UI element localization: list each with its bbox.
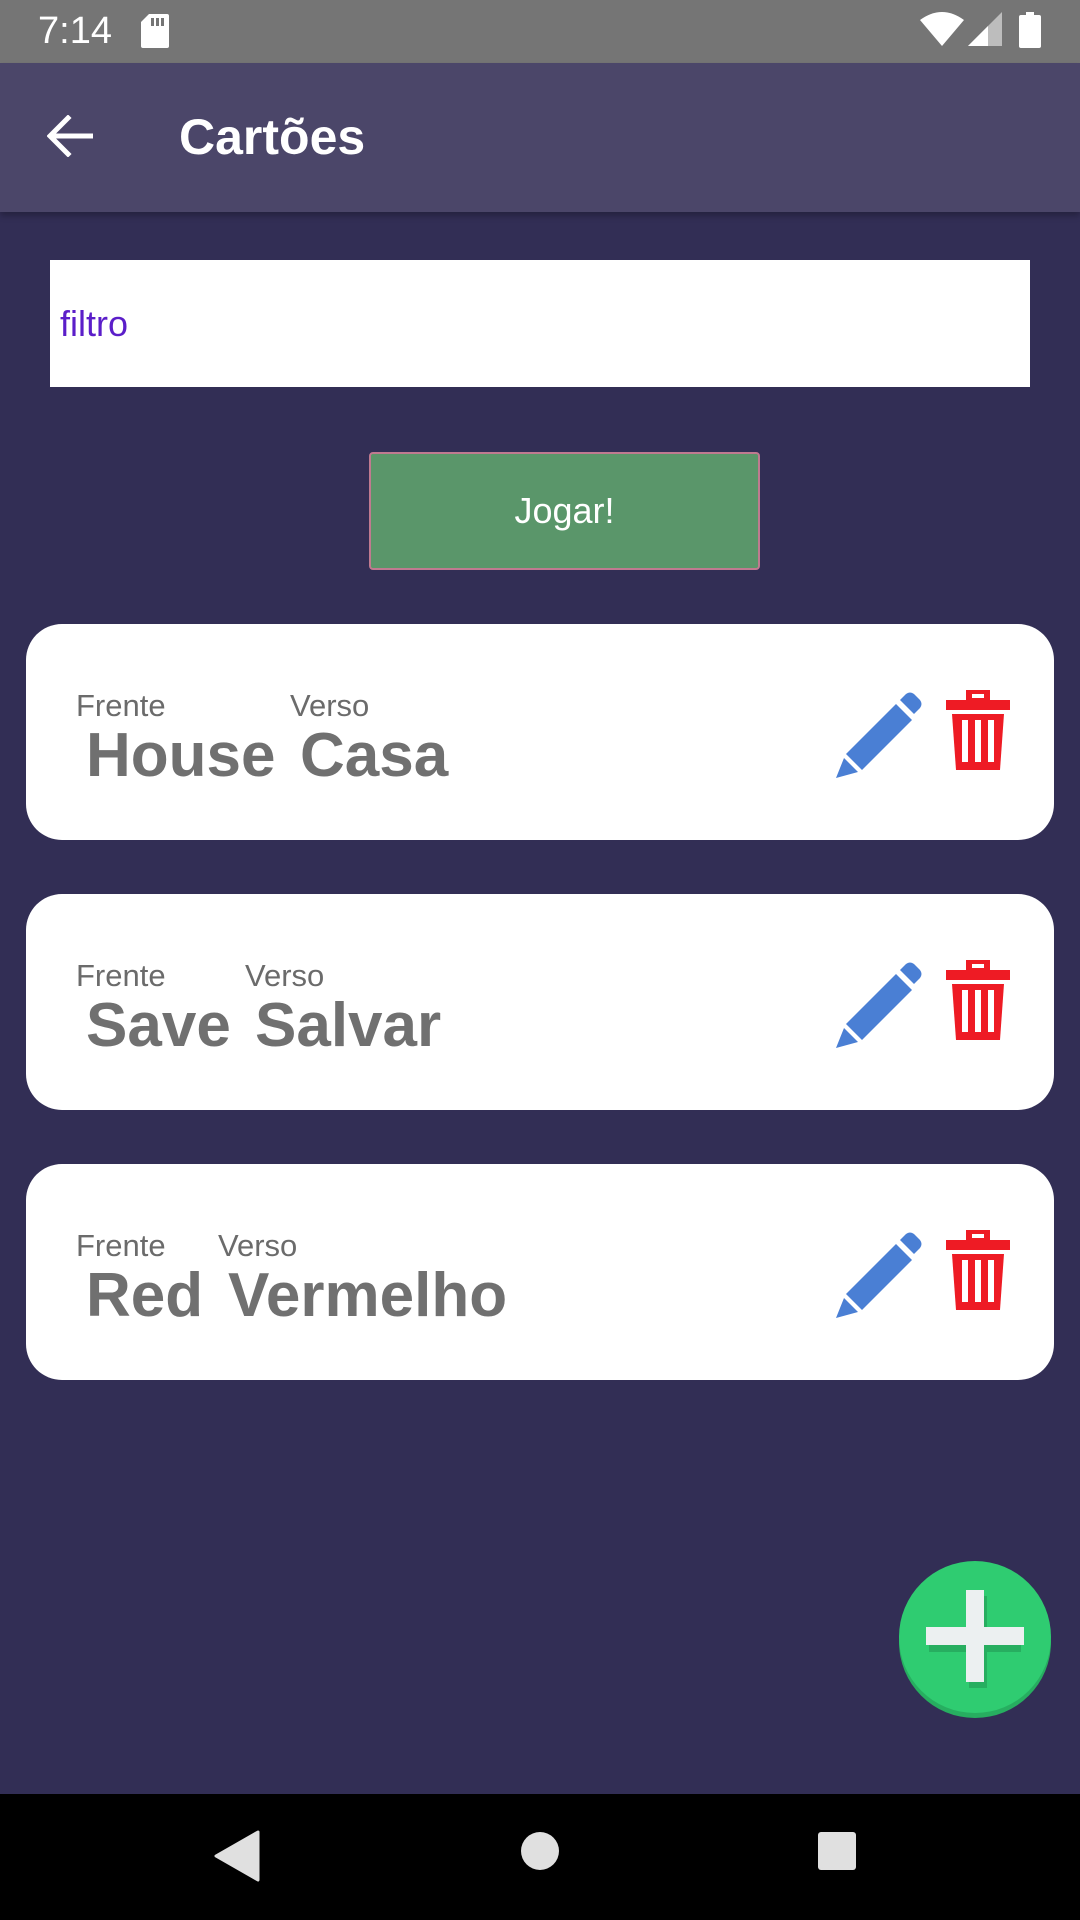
card-item: Frente Verso House Casa — [26, 624, 1054, 840]
card-item: Frente Verso Save Salvar — [26, 894, 1054, 1110]
arrow-left-icon — [46, 113, 94, 162]
edit-button[interactable] — [830, 956, 926, 1052]
trash-icon — [944, 690, 1012, 774]
nav-recents-icon[interactable] — [816, 1830, 858, 1877]
delete-button[interactable] — [944, 1230, 1012, 1310]
page-title: Cartões — [179, 109, 366, 165]
battery-icon — [1019, 12, 1041, 53]
sd-card-icon — [141, 14, 169, 53]
front-text: Red — [86, 1261, 204, 1330]
play-button[interactable]: Jogar! — [369, 452, 760, 570]
trash-icon — [944, 960, 1012, 1044]
delete-button[interactable] — [944, 690, 1012, 770]
nav-home-icon[interactable] — [519, 1830, 561, 1877]
back-text: Casa — [300, 721, 449, 790]
back-text: Salvar — [255, 991, 442, 1060]
delete-button[interactable] — [944, 960, 1012, 1040]
pencil-icon — [830, 692, 926, 786]
card-item: Frente Verso Red Vermelho — [26, 1164, 1054, 1380]
edit-button[interactable] — [830, 686, 926, 782]
edit-button[interactable] — [830, 1226, 926, 1322]
front-text: House — [86, 721, 276, 790]
plus-icon — [898, 1561, 1052, 1724]
back-button[interactable] — [30, 103, 110, 173]
wifi-icon — [920, 12, 964, 51]
back-text: Vermelho — [228, 1261, 508, 1330]
add-card-button[interactable] — [898, 1560, 1052, 1720]
front-text: Save — [86, 991, 231, 1060]
filter-input[interactable] — [50, 260, 1030, 387]
screen: 7:14 Cartões filtro Jogar! Frente Verso … — [0, 0, 1080, 1920]
trash-icon — [944, 1230, 1012, 1314]
nav-back-icon[interactable] — [214, 1830, 260, 1887]
app-bar: Cartões — [0, 63, 1080, 212]
front-label: Frente — [76, 688, 166, 723]
status-bar: 7:14 — [0, 0, 1080, 63]
pencil-icon — [830, 962, 926, 1056]
back-label: Verso — [290, 688, 370, 723]
back-label: Verso — [245, 958, 325, 993]
pencil-icon — [830, 1232, 926, 1326]
front-label: Frente — [76, 958, 166, 993]
signal-icon — [968, 12, 1002, 51]
navigation-bar — [0, 1794, 1080, 1920]
back-label: Verso — [218, 1228, 298, 1263]
front-label: Frente — [76, 1228, 166, 1263]
status-time: 7:14 — [38, 10, 112, 52]
